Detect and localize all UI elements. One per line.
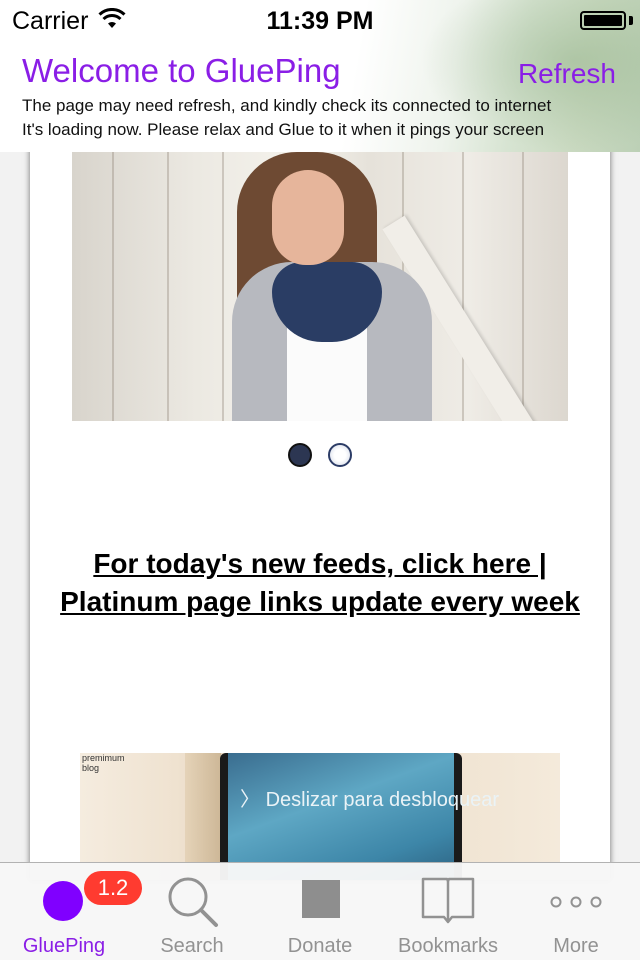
header-message-line-1: The page may need refresh, and kindly ch… <box>22 96 552 115</box>
header-message-line-2: It's loading now. Please relax and Glue … <box>22 120 545 139</box>
refresh-button[interactable]: Refresh <box>518 58 616 90</box>
phone-unlock-text: 〉 Deslizar para desbloquear <box>240 789 500 811</box>
tab-label: GluePing <box>22 935 106 957</box>
carousel-dot-active[interactable] <box>287 443 312 467</box>
tab-search[interactable]: Search <box>128 863 256 960</box>
page-title: Welcome to GluePing <box>22 52 341 89</box>
promo-label-line1: premimum <box>82 753 125 763</box>
phone-unlock-label: Deslizar para desbloquear <box>265 789 500 811</box>
carousel-image[interactable] <box>72 152 568 421</box>
search-icon <box>168 877 218 927</box>
tab-label: Donate <box>287 935 353 957</box>
carousel-dot[interactable] <box>328 443 353 467</box>
tab-more[interactable]: More <box>512 863 640 960</box>
more-icon <box>550 896 602 908</box>
clock: 11:39 PM <box>266 7 374 35</box>
tab-bar: 1.2 GluePing Search Donate Bookmarks Mor… <box>0 862 640 960</box>
tab-glueping[interactable]: 1.2 GluePing <box>0 863 142 960</box>
book-icon <box>421 877 475 924</box>
tab-donate[interactable]: Donate <box>256 863 384 960</box>
tab-label: Search <box>160 935 224 957</box>
tab-label: More <box>553 935 599 957</box>
promo-corner-label: premimum blog <box>82 753 125 773</box>
promo-label-line2: blog <box>82 763 100 773</box>
status-bar: Carrier 11:39 PM <box>0 0 640 40</box>
feeds-link[interactable]: For today's new feeds, click here | Plat… <box>60 545 580 621</box>
battery-tip <box>629 16 633 25</box>
promo-image[interactable]: premimum blog 〉 Deslizar para desbloquea… <box>80 753 560 880</box>
tab-label: Bookmarks <box>397 935 499 957</box>
donate-square-icon <box>302 880 340 918</box>
tab-bookmarks[interactable]: Bookmarks <box>384 863 512 960</box>
carousel-page-indicator[interactable] <box>30 443 610 472</box>
glueping-circle-icon <box>43 881 83 921</box>
web-content-view[interactable]: For today's new feeds, click here | Plat… <box>30 140 610 880</box>
battery-icon <box>580 11 626 30</box>
